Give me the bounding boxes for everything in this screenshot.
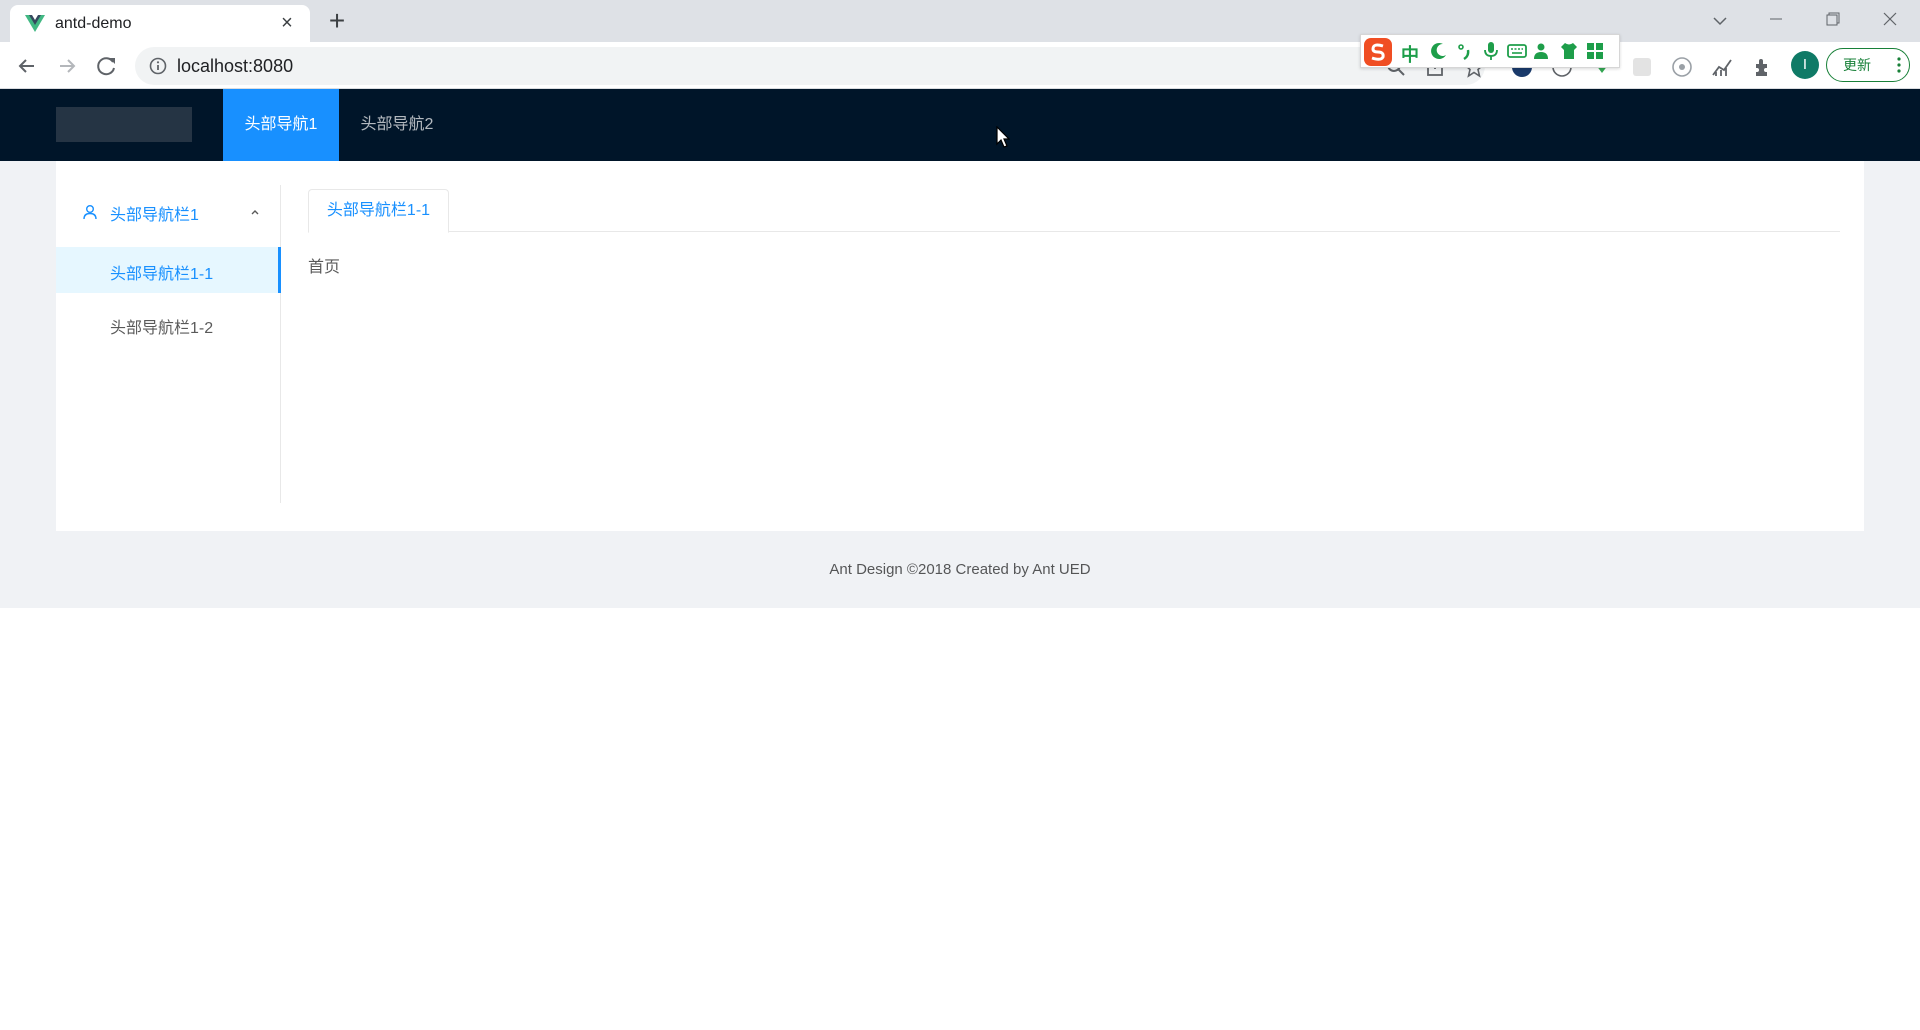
logo — [56, 107, 192, 142]
analytics-icon[interactable] — [1710, 55, 1734, 79]
reload-icon[interactable] — [91, 50, 123, 82]
restore-icon[interactable] — [1805, 0, 1861, 38]
app-header: 头部导航1 头部导航2 — [0, 89, 1920, 161]
profile-avatar[interactable]: I — [1791, 51, 1819, 79]
extension-grey-icon[interactable] — [1630, 55, 1654, 79]
footer: Ant Design ©2018 Created by Ant UED — [829, 561, 1091, 578]
update-button[interactable]: 更新 — [1826, 48, 1910, 82]
sider-item-1-1[interactable]: 头部导航栏1-1 — [56, 247, 281, 293]
keyboard-icon[interactable] — [1507, 41, 1527, 61]
moon-icon[interactable] — [1429, 41, 1449, 61]
extension-camera-icon[interactable] — [1670, 55, 1694, 79]
sider-item-1-2[interactable]: 头部导航栏1-2 — [56, 301, 281, 347]
user-skin-icon[interactable] — [1533, 41, 1553, 61]
tab-bar: 头部导航栏1-1 — [308, 189, 1840, 233]
more-vert-icon — [1897, 57, 1901, 73]
sider-item-label: 头部导航栏1-2 — [110, 320, 214, 337]
chevron-up-icon — [251, 210, 259, 215]
tab-search-icon[interactable] — [1705, 6, 1735, 36]
sogou-logo-icon[interactable] — [1363, 37, 1393, 67]
browser-toolbar: localhost:8080 I 更新 — [0, 42, 1920, 89]
sider-item-label: 头部导航栏1-1 — [110, 266, 214, 283]
sider-menu: 头部导航栏1 头部导航栏1-1 头部导航栏1-2 — [56, 185, 281, 503]
main-content: 头部导航栏1-1 首页 — [308, 189, 1840, 489]
back-icon[interactable] — [11, 50, 43, 82]
minimize-icon[interactable] — [1748, 0, 1804, 38]
browser-tab[interactable]: antd-demo × — [10, 5, 310, 42]
header-menu-item-2[interactable]: 头部导航2 — [339, 89, 455, 161]
new-tab-button[interactable]: + — [322, 7, 352, 37]
close-window-icon[interactable] — [1862, 0, 1918, 38]
page-body-text: 首页 — [308, 259, 341, 276]
shirt-icon[interactable] — [1559, 41, 1579, 61]
grid-menu-icon[interactable] — [1585, 41, 1605, 61]
page-tab-1-1[interactable]: 头部导航栏1-1 — [308, 189, 449, 233]
info-icon[interactable] — [149, 57, 167, 75]
url-text[interactable]: localhost:8080 — [177, 56, 293, 77]
tab-close-icon[interactable]: × — [274, 10, 300, 36]
microphone-icon[interactable] — [1481, 41, 1501, 61]
submenu-label: 头部导航栏1 — [110, 207, 199, 224]
mouse-cursor-icon — [996, 126, 1010, 148]
content-container: 头部导航栏1 头部导航栏1-1 头部导航栏1-2 头部导航栏1-1 首页 — [56, 161, 1864, 531]
ime-toolbar[interactable]: 中 — [1360, 34, 1620, 68]
user-icon — [83, 205, 97, 220]
vue-logo-icon — [25, 15, 45, 32]
ime-mode-label[interactable]: 中 — [1401, 41, 1419, 67]
header-menu-item-1[interactable]: 头部导航1 — [223, 89, 339, 161]
submenu-title[interactable]: 头部导航栏1 — [56, 185, 280, 239]
forward-icon[interactable] — [51, 50, 83, 82]
browser-tabstrip: antd-demo × + — [0, 0, 1920, 42]
punctuation-icon[interactable] — [1455, 41, 1475, 61]
puzzle-icon[interactable] — [1751, 55, 1775, 79]
address-bar[interactable]: localhost:8080 — [135, 47, 1485, 85]
tab-title: antd-demo — [55, 15, 132, 32]
update-label: 更新 — [1843, 57, 1871, 73]
